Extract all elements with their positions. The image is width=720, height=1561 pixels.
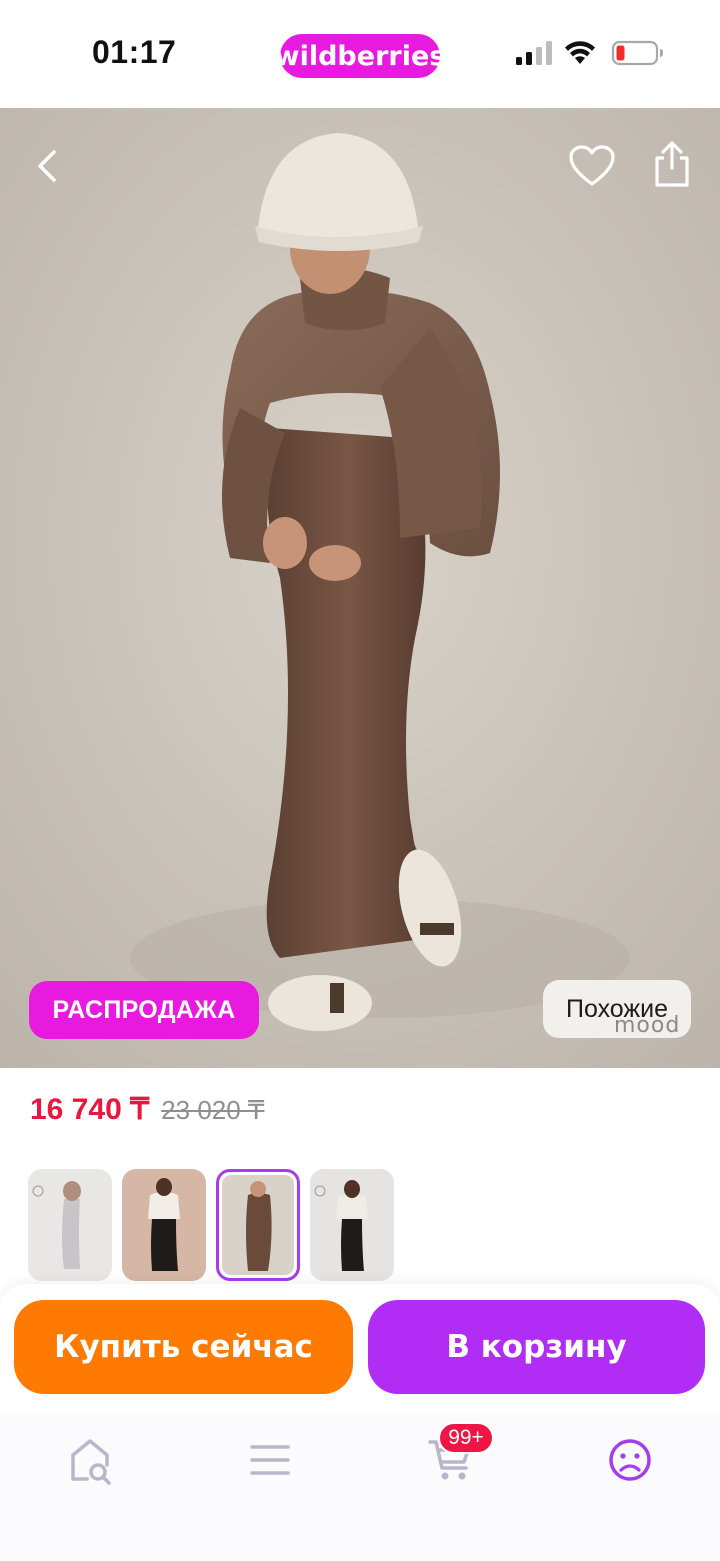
variant-thumbnail[interactable] (28, 1169, 112, 1281)
variant-thumbnail[interactable] (310, 1169, 394, 1281)
add-to-cart-button[interactable]: В корзину (368, 1300, 705, 1394)
status-time: 01:17 (92, 34, 177, 70)
home-search-icon (71, 1439, 111, 1485)
sale-badge: РАСПРОДАЖА (29, 981, 259, 1039)
chevron-left-icon (38, 150, 56, 182)
tab-home[interactable] (60, 1430, 120, 1490)
battery-icon (611, 40, 663, 66)
signal-icon (516, 41, 552, 65)
status-icons (514, 38, 664, 68)
product-photo (0, 108, 720, 1068)
price-row: 16 740 ₸ 23 020 ₸ (30, 1092, 264, 1132)
heart-icon (569, 145, 615, 186)
status-bar: 01:17 wildberries (0, 0, 720, 108)
action-bar: Купить сейчас В корзину (0, 1284, 720, 1412)
share-button[interactable] (644, 134, 700, 194)
brand-logo: wildberries (275, 34, 445, 78)
favorite-button[interactable] (562, 138, 622, 194)
tab-catalog[interactable] (240, 1430, 300, 1490)
product-image[interactable]: РАСПРОДАЖА Похожие mood (0, 108, 720, 1068)
price-current: 16 740 ₸ (30, 1093, 150, 1126)
wifi-icon (565, 41, 595, 64)
back-button[interactable] (20, 138, 76, 194)
tab-profile[interactable] (600, 1430, 660, 1490)
variant-thumbnail[interactable] (122, 1169, 206, 1281)
cart-count-badge: 99+ (438, 1422, 494, 1454)
variant-thumbnail-selected[interactable] (216, 1169, 300, 1281)
buy-now-button[interactable]: Купить сейчас (14, 1300, 353, 1394)
price-old: 23 020 ₸ (161, 1095, 265, 1125)
brand-watermark: mood (614, 1013, 681, 1038)
menu-icon (250, 1445, 290, 1475)
tab-bar (0, 1412, 720, 1561)
share-icon (655, 141, 689, 187)
profile-icon (609, 1439, 651, 1481)
